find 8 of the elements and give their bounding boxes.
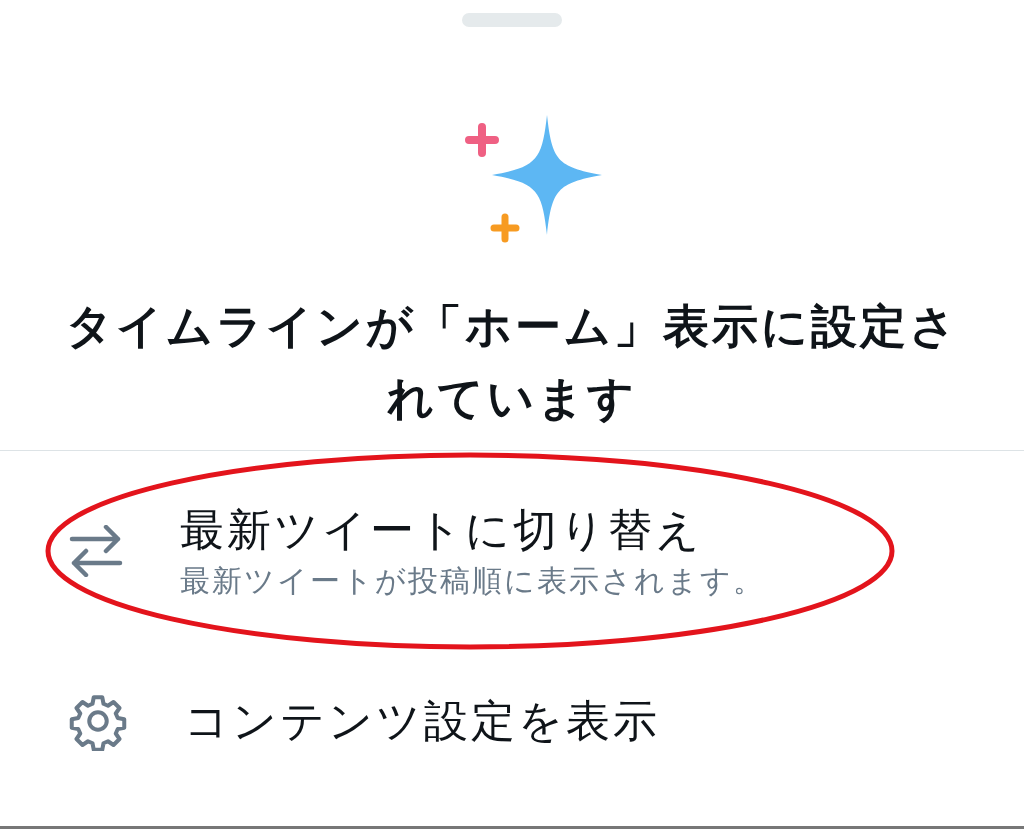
swap-arrows-icon xyxy=(68,525,124,577)
menu-item-description: 最新ツイートが投稿順に表示されます。 xyxy=(180,562,765,600)
menu-item-label: コンテンツ設定を表示 xyxy=(184,694,660,748)
menu-item-label: 最新ツイートに切り替え xyxy=(180,503,704,557)
menu-item[interactable]: コンテンツ設定を表示 xyxy=(0,651,1024,791)
drag-handle[interactable] xyxy=(462,13,562,27)
menu-item[interactable]: 最新ツイートに切り替え 最新ツイートが投稿順に表示されます。 xyxy=(0,451,1024,651)
sheet-title: タイムラインが「ホーム」表示に設定されています xyxy=(64,298,960,427)
